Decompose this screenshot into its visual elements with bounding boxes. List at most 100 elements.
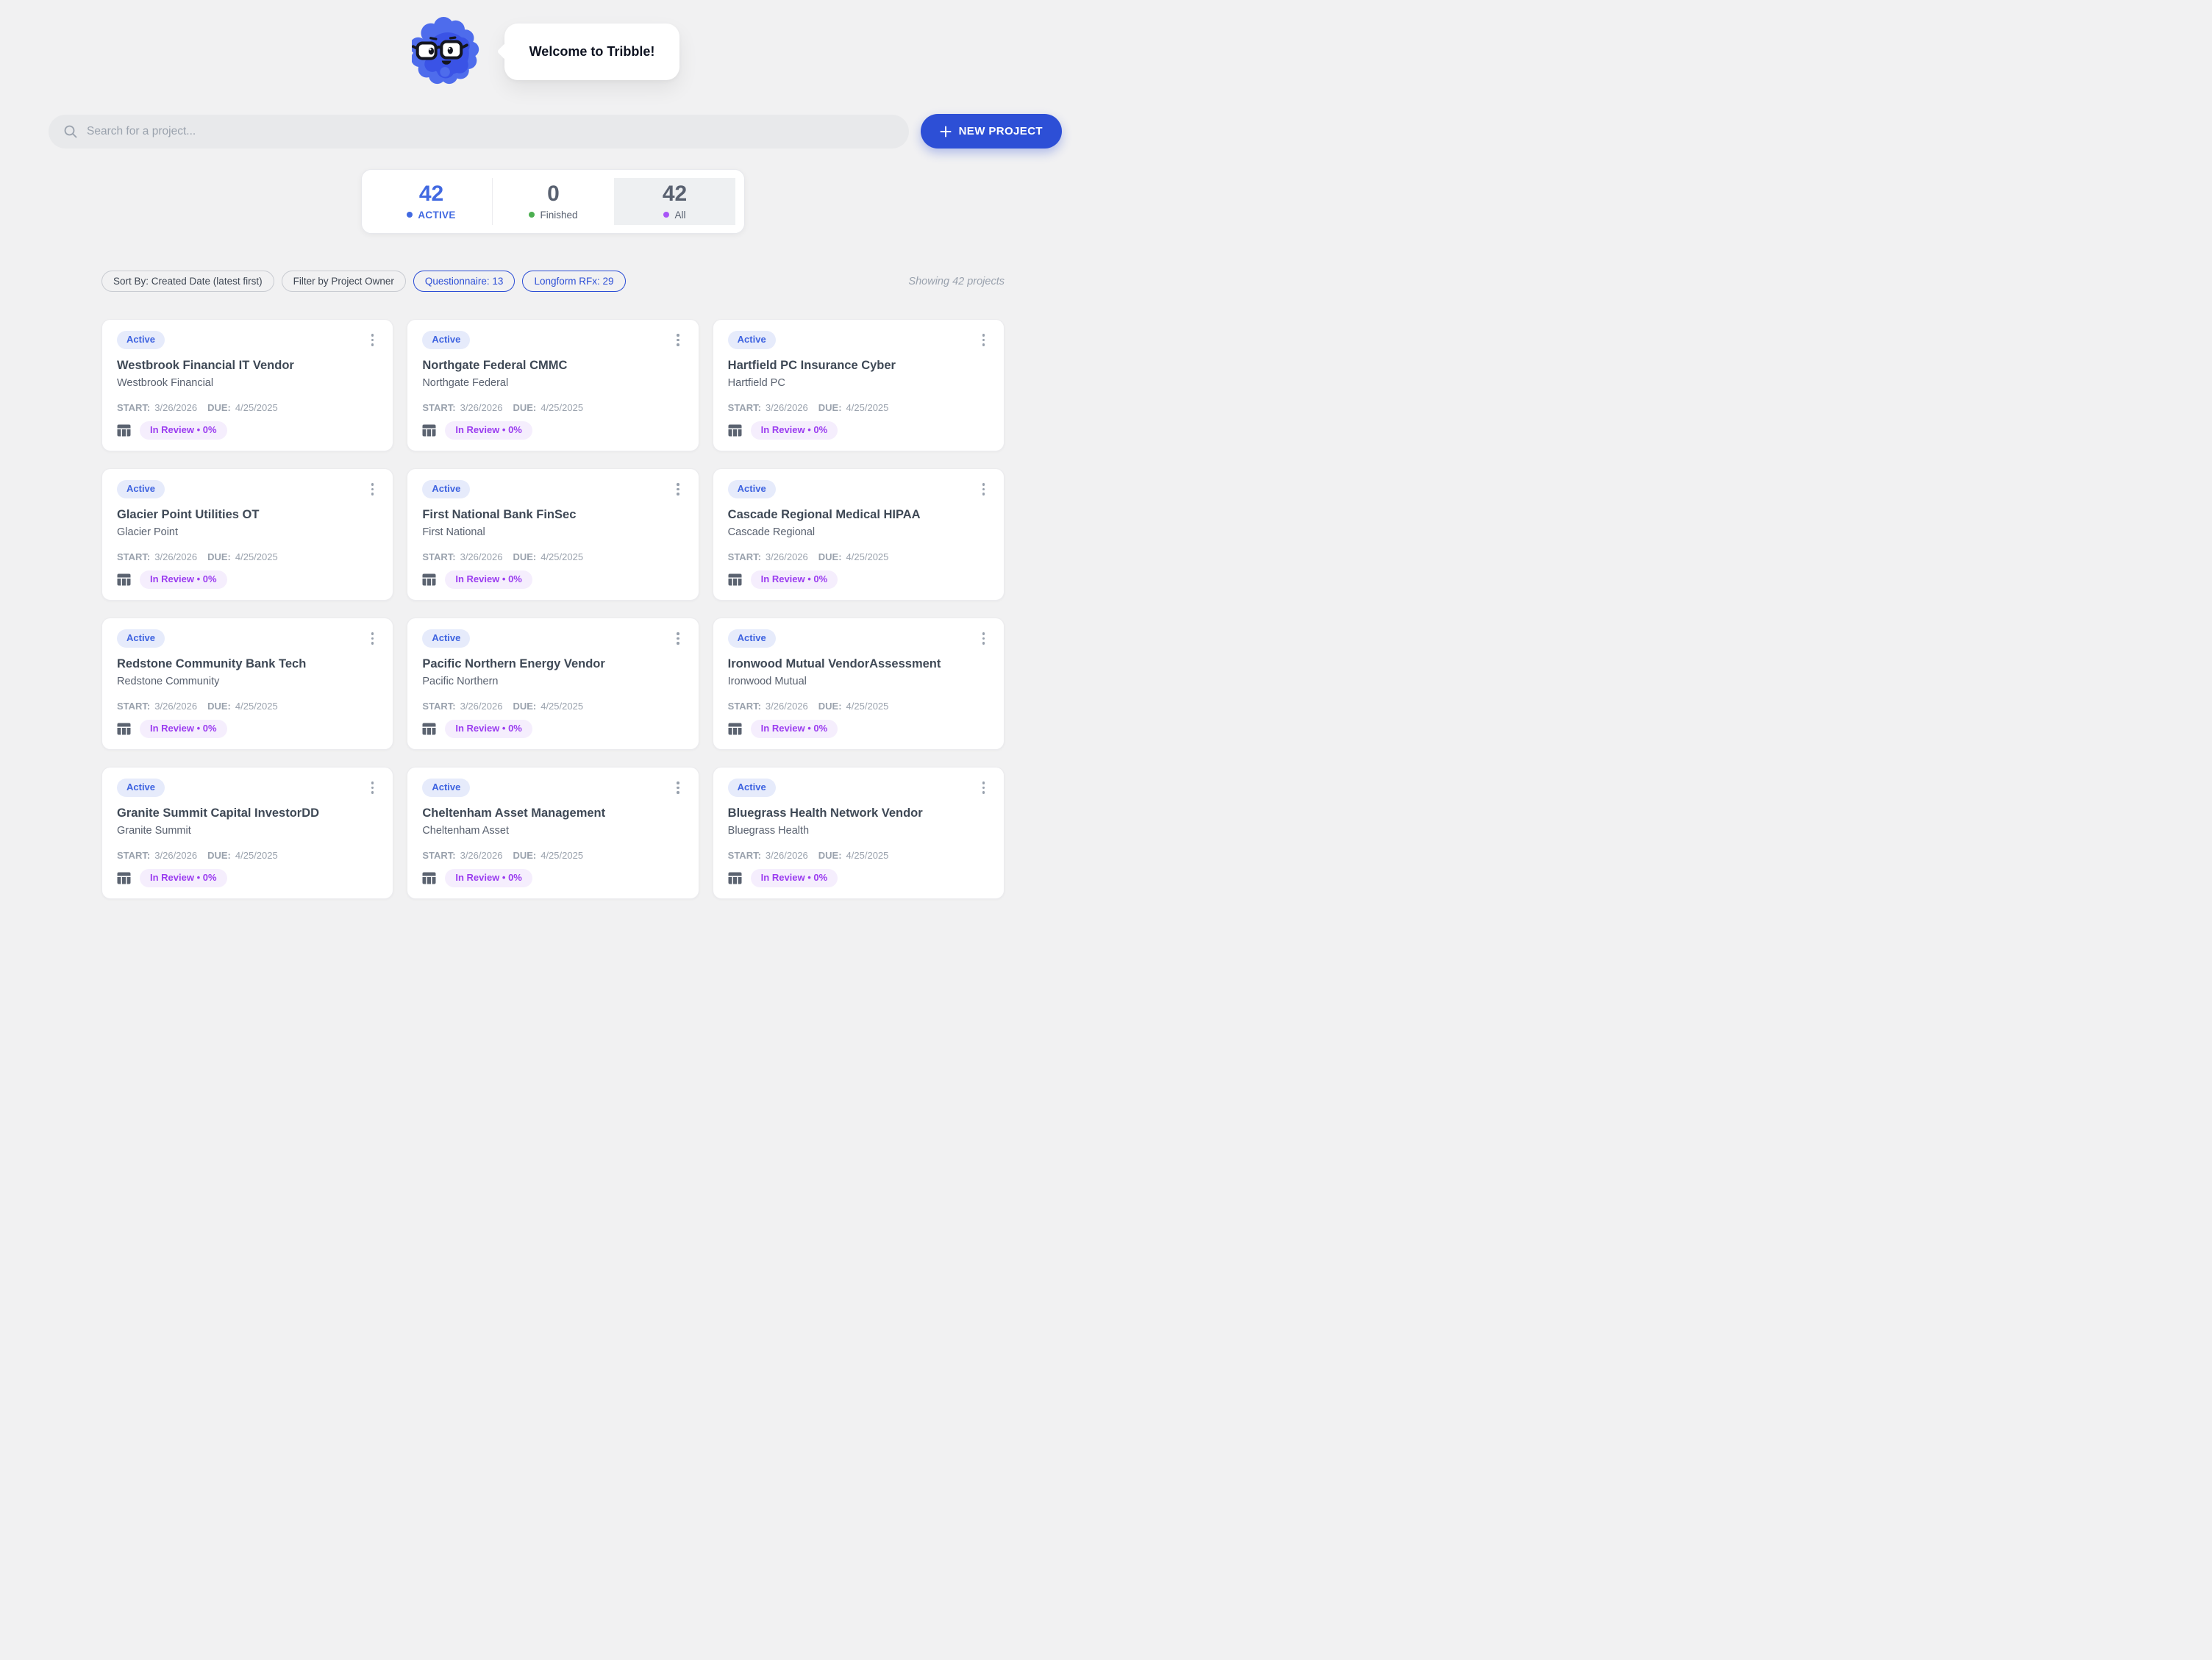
project-dates: START: 3/26/2026 DUE: 4/25/2025 [117,850,378,861]
project-dates: START: 3/26/2026 DUE: 4/25/2025 [422,551,683,562]
kebab-menu-icon[interactable] [367,779,379,797]
project-owner-filter[interactable]: Filter by Project Owner [282,271,406,292]
project-card[interactable]: Active First National Bank FinSec First … [407,468,699,601]
active-dot-icon [407,212,413,218]
start-date: 3/26/2026 [766,551,808,562]
due-label: DUE: [513,402,536,413]
project-company: Bluegrass Health [728,823,989,839]
due-date: 4/25/2025 [846,701,889,712]
start-label: START: [728,402,761,413]
project-dates: START: 3/26/2026 DUE: 4/25/2025 [728,850,989,861]
status-badge: Active [728,480,776,498]
project-card[interactable]: Active Redstone Community Bank Tech Reds… [101,618,393,750]
review-status-badge: In Review • 0% [140,570,227,589]
project-dates: START: 3/26/2026 DUE: 4/25/2025 [422,402,683,413]
kebab-menu-icon[interactable] [367,331,379,349]
project-card[interactable]: Active Westbrook Financial IT Vendor Wes… [101,319,393,451]
search-input[interactable] [87,125,896,138]
status-badge: Active [422,779,470,797]
due-date: 4/25/2025 [846,551,889,562]
stat-active-count: 42 [419,183,443,205]
stat-active[interactable]: 42 ACTIVE [371,178,492,225]
project-company: Ironwood Mutual [728,674,989,690]
project-card[interactable]: Active Hartfield PC Insurance Cyber Hart… [713,319,1005,451]
project-title: First National Bank FinSec [422,507,683,523]
stat-active-label: ACTIVE [418,210,455,221]
due-label: DUE: [207,551,231,562]
table-icon [117,723,131,735]
kebab-menu-icon[interactable] [367,480,379,498]
stat-finished[interactable]: 0 Finished [492,178,614,225]
start-date: 3/26/2026 [766,701,808,712]
sort-by-filter[interactable]: Sort By: Created Date (latest first) [101,271,274,292]
project-card[interactable]: Active Cheltenham Asset Management Chelt… [407,767,699,899]
project-title: Hartfield PC Insurance Cyber [728,357,989,373]
table-icon [117,872,131,884]
table-icon [728,723,742,735]
review-status-badge: In Review • 0% [445,869,532,887]
due-date: 4/25/2025 [235,850,278,861]
filters-row: Sort By: Created Date (latest first) Fil… [101,271,1005,292]
start-date: 3/26/2026 [460,402,503,413]
welcome-text: Welcome to Tribble! [529,44,655,60]
start-date: 3/26/2026 [154,850,197,861]
table-icon [422,723,436,735]
project-search[interactable] [49,115,909,149]
kebab-menu-icon[interactable] [978,480,990,498]
new-project-label: NEW PROJECT [959,125,1043,137]
questionnaire-filter[interactable]: Questionnaire: 13 [413,271,515,292]
project-title: Cascade Regional Medical HIPAA [728,507,989,523]
due-label: DUE: [513,701,536,712]
due-label: DUE: [818,402,842,413]
due-label: DUE: [818,551,842,562]
table-icon [728,424,742,437]
stat-finished-label: Finished [540,210,577,221]
kebab-menu-icon[interactable] [978,629,990,648]
status-badge: Active [117,629,165,648]
project-title: Northgate Federal CMMC [422,357,683,373]
project-dates: START: 3/26/2026 DUE: 4/25/2025 [117,701,378,712]
kebab-menu-icon[interactable] [672,779,684,797]
project-dates: START: 3/26/2026 DUE: 4/25/2025 [117,551,378,562]
project-title: Granite Summit Capital InvestorDD [117,805,378,821]
due-date: 4/25/2025 [235,701,278,712]
project-company: Glacier Point [117,525,378,540]
kebab-menu-icon[interactable] [978,779,990,797]
start-date: 3/26/2026 [460,551,503,562]
review-status-badge: In Review • 0% [751,421,838,440]
kebab-menu-icon[interactable] [672,331,684,349]
due-date: 4/25/2025 [540,551,583,562]
kebab-menu-icon[interactable] [672,480,684,498]
kebab-menu-icon[interactable] [672,629,684,648]
start-date: 3/26/2026 [154,551,197,562]
stat-all[interactable]: 42 All [614,178,735,225]
project-dates: START: 3/26/2026 DUE: 4/25/2025 [117,402,378,413]
project-dates: START: 3/26/2026 DUE: 4/25/2025 [422,701,683,712]
project-card[interactable]: Active Bluegrass Health Network Vendor B… [713,767,1005,899]
project-card[interactable]: Active Glacier Point Utilities OT Glacie… [101,468,393,601]
project-card[interactable]: Active Ironwood Mutual VendorAssessment … [713,618,1005,750]
status-badge: Active [728,629,776,648]
table-icon [117,424,131,437]
start-label: START: [422,850,455,861]
all-dot-icon [663,212,669,218]
project-card[interactable]: Active Granite Summit Capital InvestorDD… [101,767,393,899]
project-company: Redstone Community [117,674,378,690]
start-date: 3/26/2026 [766,850,808,861]
status-badge: Active [422,480,470,498]
longform-rfx-filter[interactable]: Longform RFx: 29 [522,271,625,292]
project-card[interactable]: Active Northgate Federal CMMC Northgate … [407,319,699,451]
project-card[interactable]: Active Pacific Northern Energy Vendor Pa… [407,618,699,750]
new-project-button[interactable]: NEW PROJECT [921,114,1062,149]
due-label: DUE: [513,850,536,861]
project-card[interactable]: Active Cascade Regional Medical HIPAA Ca… [713,468,1005,601]
project-dates: START: 3/26/2026 DUE: 4/25/2025 [728,402,989,413]
kebab-menu-icon[interactable] [978,331,990,349]
welcome-bubble: Welcome to Tribble! [504,24,680,80]
project-dates: START: 3/26/2026 DUE: 4/25/2025 [422,850,683,861]
review-status-badge: In Review • 0% [140,421,227,440]
status-badge: Active [422,331,470,349]
kebab-menu-icon[interactable] [367,629,379,648]
finished-dot-icon [529,212,535,218]
project-company: Cheltenham Asset [422,823,683,839]
